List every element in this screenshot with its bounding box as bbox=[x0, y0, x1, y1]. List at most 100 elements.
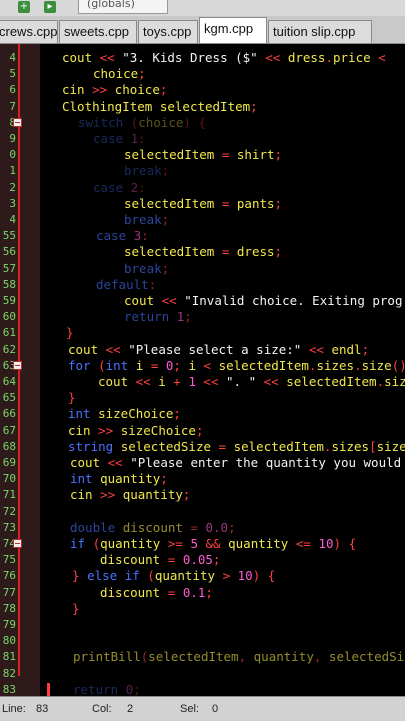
sel-label: Sel: bbox=[180, 703, 199, 715]
code-line[interactable]: 63 for (int i = 0; i < selectedItem.sizes… bbox=[0, 357, 405, 374]
code-line[interactable]: 62 cout << "Please select a size:" << end… bbox=[0, 341, 405, 358]
status-bar: Line: 83 Col: 2 Sel: 0 bbox=[0, 696, 405, 721]
code-line[interactable]: 75 discount = 0.05; bbox=[0, 551, 405, 568]
code-line[interactable]: 3 selectedItem = pants; bbox=[0, 195, 405, 212]
compile-run-icon[interactable]: ▸ bbox=[44, 1, 56, 13]
line-number: 57 bbox=[2, 262, 16, 275]
fold-collapse-icon[interactable] bbox=[13, 539, 22, 548]
code-text: ClothingItem selectedItem; bbox=[62, 99, 258, 114]
line-number: 9 bbox=[9, 132, 16, 145]
fold-collapse-icon[interactable] bbox=[13, 361, 22, 370]
code-line[interactable]: 61} bbox=[0, 324, 405, 341]
code-text: break; bbox=[124, 163, 170, 178]
line-number: 1 bbox=[9, 164, 16, 177]
code-line[interactable]: 79 bbox=[0, 616, 405, 633]
plus-icon[interactable]: + bbox=[18, 1, 30, 13]
code-text: return 0; bbox=[73, 682, 141, 696]
toolbar: + ▸ (globals) bbox=[0, 0, 405, 16]
code-line[interactable]: 78} bbox=[0, 600, 405, 617]
code-text: discount = 0.1; bbox=[100, 585, 213, 600]
code-line[interactable]: 0 selectedItem = shirt; bbox=[0, 146, 405, 163]
code-text: case 3: bbox=[96, 228, 149, 243]
col-value: 2 bbox=[127, 703, 134, 715]
code-text: cout << "3. Kids Dress ($" << dress.pric… bbox=[62, 50, 386, 65]
line-number: 60 bbox=[2, 310, 16, 323]
code-line[interactable]: 2 case 2: bbox=[0, 179, 405, 196]
code-text: int quantity; bbox=[70, 471, 168, 486]
code-line[interactable]: 76} else if (quantity > 10) { bbox=[0, 567, 405, 584]
scope-dropdown[interactable]: (globals) bbox=[78, 0, 168, 14]
code-editor[interactable]: 4 cout << "3. Kids Dress ($" << dress.pri… bbox=[0, 44, 405, 696]
code-line[interactable]: 77 discount = 0.1; bbox=[0, 584, 405, 601]
code-text: default: bbox=[96, 277, 157, 292]
code-line[interactable]: 4 break; bbox=[0, 211, 405, 228]
code-line[interactable]: 57 break; bbox=[0, 260, 405, 277]
line-number: 7 bbox=[9, 100, 16, 113]
code-text: cout << "Please select a size:" << endl; bbox=[68, 342, 370, 357]
line-number: 65 bbox=[2, 391, 16, 404]
code-line[interactable]: 58 default: bbox=[0, 276, 405, 293]
code-line[interactable]: 83 return 0; bbox=[0, 681, 405, 696]
fold-collapse-icon[interactable] bbox=[13, 118, 22, 127]
code-text: double discount = 0.0; bbox=[70, 520, 236, 535]
code-text: discount = 0.05; bbox=[100, 552, 221, 567]
line-number: 56 bbox=[2, 245, 16, 258]
line-number: 67 bbox=[2, 424, 16, 437]
code-line[interactable]: 68 string selectedSize = selectedItem.siz… bbox=[0, 438, 405, 455]
code-line[interactable]: 7 ClothingItem selectedItem; bbox=[0, 98, 405, 115]
file-tab-bar: crews.cpp sweets.cpp toys.cpp kgm.cpp tu… bbox=[0, 16, 405, 44]
line-number: 66 bbox=[2, 407, 16, 420]
line-number: 82 bbox=[2, 667, 16, 680]
line-number: 59 bbox=[2, 294, 16, 307]
code-line[interactable]: 70 int quantity; bbox=[0, 470, 405, 487]
line-number: 2 bbox=[9, 181, 16, 194]
code-line[interactable]: 82 bbox=[0, 665, 405, 682]
code-line[interactable]: 71 cin >> quantity; bbox=[0, 486, 405, 503]
code-line[interactable]: 59 cout << "Invalid choice. Exiting prog bbox=[0, 292, 405, 309]
code-text: case 2: bbox=[93, 180, 146, 195]
code-text: string selectedSize = selectedItem.sizes… bbox=[68, 439, 405, 454]
code-line[interactable]: 4 cout << "3. Kids Dress ($" << dress.pri… bbox=[0, 49, 405, 66]
code-line[interactable]: 66 int sizeChoice; bbox=[0, 405, 405, 422]
code-line[interactable]: 80 bbox=[0, 632, 405, 649]
code-text: } bbox=[72, 601, 80, 616]
line-number: 75 bbox=[2, 553, 16, 566]
line-number: 73 bbox=[2, 521, 16, 534]
code-line[interactable]: 56 selectedItem = dress; bbox=[0, 243, 405, 260]
code-line[interactable]: 81 printBill(selectedItem, quantity, sele… bbox=[0, 648, 405, 665]
code-line[interactable]: 69 cout << "Please enter the quantity you… bbox=[0, 454, 405, 471]
code-text: choice; bbox=[93, 66, 146, 81]
code-line[interactable]: 8switch (choice) { bbox=[0, 114, 405, 131]
code-line[interactable]: 73 double discount = 0.0; bbox=[0, 519, 405, 536]
code-text: int sizeChoice; bbox=[68, 406, 181, 421]
tab-sweets[interactable]: sweets.cpp bbox=[59, 20, 137, 43]
tab-tuition-slip[interactable]: tuition slip.cpp bbox=[268, 20, 372, 43]
code-line[interactable]: 67 cin >> sizeChoice; bbox=[0, 422, 405, 439]
line-number: 71 bbox=[2, 488, 16, 501]
col-label: Col: bbox=[92, 703, 112, 715]
line-label: Line: bbox=[2, 703, 26, 715]
line-number: 4 bbox=[9, 51, 16, 64]
tab-kgm-active[interactable]: kgm.cpp bbox=[199, 17, 267, 43]
line-number: 5 bbox=[9, 67, 16, 80]
code-text: printBill(selectedItem, quantity, select… bbox=[73, 649, 405, 664]
line-number: 58 bbox=[2, 278, 16, 291]
code-line[interactable]: 65} bbox=[0, 389, 405, 406]
line-number: 78 bbox=[2, 602, 16, 615]
code-line[interactable]: 60 return 1; bbox=[0, 308, 405, 325]
line-number: 6 bbox=[9, 83, 16, 96]
code-line[interactable]: 55 case 3: bbox=[0, 227, 405, 244]
code-line[interactable]: 72 bbox=[0, 503, 405, 520]
code-text: if (quantity >= 5 && quantity <= 10) { bbox=[70, 536, 357, 551]
code-text: for (int i = 0; i < selectedItem.sizes.s… bbox=[68, 358, 405, 373]
line-number: 76 bbox=[2, 569, 16, 582]
code-line[interactable]: 74 if (quantity >= 5 && quantity <= 10) { bbox=[0, 535, 405, 552]
code-line[interactable]: 9 case 1: bbox=[0, 130, 405, 147]
code-line[interactable]: 5 choice; bbox=[0, 65, 405, 82]
tab-toys[interactable]: toys.cpp bbox=[138, 20, 198, 43]
code-line[interactable]: 64 cout << i + 1 << ". " << selectedItem.… bbox=[0, 373, 405, 390]
tab-crews[interactable]: crews.cpp bbox=[0, 20, 58, 43]
code-line[interactable]: 6 cin >> choice; bbox=[0, 81, 405, 98]
code-line[interactable]: 1 break; bbox=[0, 162, 405, 179]
line-number: 72 bbox=[2, 505, 16, 518]
